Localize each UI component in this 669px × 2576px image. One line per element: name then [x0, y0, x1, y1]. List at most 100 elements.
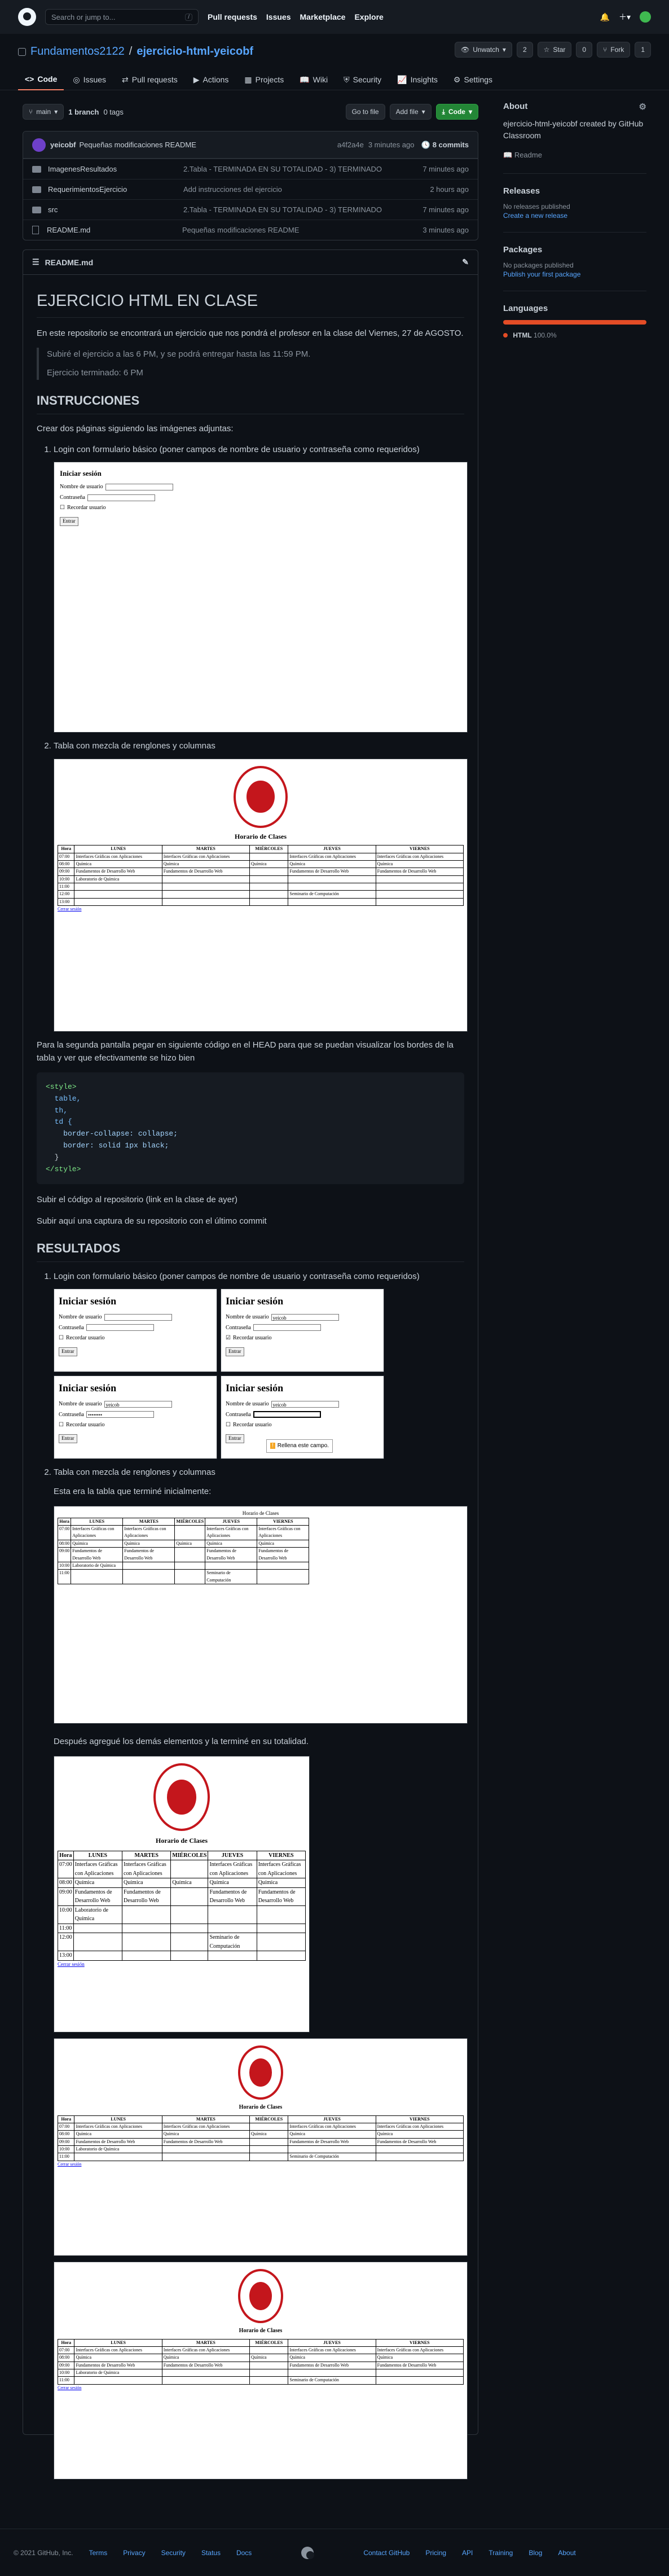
branch-icon: ⑂ — [29, 108, 33, 116]
branches-link[interactable]: 1 branch — [68, 108, 99, 116]
file-row[interactable]: README.md Pequeñas modificaciones README… — [23, 220, 478, 240]
unwatch-count[interactable]: 2 — [516, 42, 533, 58]
file-commit-message[interactable]: 2.Tabla - TERMINADA EN SU TOTALIDAD - 3)… — [183, 205, 422, 214]
avatar[interactable] — [640, 11, 651, 23]
footer-security-link[interactable]: Security — [161, 2549, 186, 2557]
tags-link[interactable]: 0 tags — [103, 108, 123, 116]
graph-icon: 📈 — [397, 75, 407, 84]
nav-issues[interactable]: Issues — [266, 12, 291, 21]
commit-message[interactable]: Pequeñas modificaciones README — [80, 141, 196, 149]
pencil-icon[interactable]: ✎ — [462, 257, 469, 267]
no-releases-text: No releases published — [503, 202, 570, 211]
footer-privacy-link[interactable]: Privacy — [123, 2549, 145, 2557]
go-to-file-button[interactable]: Go to file — [345, 104, 385, 120]
create-release-link[interactable]: Create a new release — [503, 212, 567, 220]
nav-marketplace[interactable]: Marketplace — [300, 12, 346, 21]
unwatch-button[interactable]: 👁 Unwatch ▾ — [455, 42, 512, 58]
file-name[interactable]: src — [48, 205, 183, 214]
plus-icon[interactable]: ＋▾ — [619, 11, 631, 23]
fork-count[interactable]: 1 — [635, 42, 651, 58]
commit-hash[interactable]: a4f2a4e — [337, 141, 364, 149]
tab-wiki-label: Wiki — [313, 75, 328, 84]
result-text: Después agregué los demás elementos y la… — [54, 1736, 309, 1746]
file-commit-message[interactable]: 2.Tabla - TERMINADA EN SU TOTALIDAD - 3)… — [183, 165, 422, 173]
play-icon: ▶ — [193, 75, 200, 84]
fork-label: Fork — [610, 46, 624, 54]
code-button[interactable]: ⤓ Code ▾ — [435, 104, 478, 120]
fork-button[interactable]: ⑂ Fork — [597, 42, 631, 58]
star-count-text: 0 — [582, 46, 587, 54]
file-name[interactable]: RequerimientosEjercicio — [48, 185, 183, 194]
folder-icon — [32, 206, 41, 213]
github-footer-logo-icon[interactable] — [301, 2546, 315, 2559]
tab-security[interactable]: ⛨ Security — [337, 69, 388, 90]
footer-blog-link[interactable]: Blog — [529, 2549, 542, 2557]
login-requirement-image: Iniciar sesión Nombre de usuario Contras… — [54, 462, 468, 733]
nav-explore[interactable]: Explore — [354, 12, 383, 21]
tab-projects-label: Projects — [255, 75, 284, 84]
footer-docs-link[interactable]: Docs — [236, 2549, 252, 2557]
intro-text: En este repositorio se encontrará un eje… — [37, 328, 464, 338]
tab-pull-requests[interactable]: ⇄ Pull requests — [115, 69, 184, 90]
footer-contact-link[interactable]: Contact GitHub — [363, 2549, 410, 2557]
file-row[interactable]: RequerimientosEjercicio Add instruccione… — [23, 179, 478, 199]
university-seal — [234, 765, 288, 828]
file-row[interactable]: ImagenesResultados 2.Tabla - TERMINADA E… — [23, 159, 478, 179]
tab-settings[interactable]: ⚙ Settings — [447, 69, 499, 90]
commit-user[interactable]: yeicobf — [50, 141, 76, 149]
file-commit-message[interactable]: Add instrucciones del ejercicio — [183, 185, 430, 194]
language-entry[interactable]: HTML 100.0% — [503, 331, 646, 339]
footer-pricing-link[interactable]: Pricing — [425, 2549, 446, 2557]
readme-link[interactable]: 📖 Readme — [503, 150, 646, 161]
footer-status-link[interactable]: Status — [201, 2549, 221, 2557]
tab-actions[interactable]: ▶ Actions — [187, 69, 236, 90]
bell-icon[interactable]: 🔔 — [600, 12, 610, 22]
packages-heading[interactable]: Packages — [503, 245, 646, 255]
results-list: Login con formulario básico (poner campo… — [37, 1270, 468, 2479]
tab-issues[interactable]: ◎ Issues — [66, 69, 113, 90]
commit-avatar — [32, 138, 46, 152]
eye-icon: 👁 — [461, 46, 470, 54]
footer-about-link[interactable]: About — [558, 2549, 575, 2557]
branch-select[interactable]: ⑂ main ▾ — [23, 104, 64, 120]
repo-icon — [18, 47, 26, 56]
pull-request-icon: ⇄ — [122, 75, 129, 84]
nav-pull-requests[interactable]: Pull requests — [208, 12, 257, 21]
unwatch-label: Unwatch — [473, 46, 499, 54]
footer-training-link[interactable]: Training — [488, 2549, 513, 2557]
search-input[interactable]: Search or jump to... / — [45, 9, 199, 25]
star-count[interactable]: 0 — [576, 42, 593, 58]
github-logo-icon[interactable] — [18, 8, 36, 26]
tab-code[interactable]: <> Code — [18, 69, 64, 90]
upload-text: Subir aquí una captura de su repositorio… — [37, 1216, 267, 1226]
gear-icon[interactable]: ⚙ — [639, 102, 646, 112]
commit-count[interactable]: 8 commits — [433, 141, 469, 149]
publish-package-link[interactable]: Publish your first package — [503, 270, 580, 278]
file-commit-message[interactable]: Pequeñas modificaciones README — [182, 226, 422, 234]
file-name[interactable]: README.md — [47, 226, 182, 234]
tab-projects[interactable]: ▦ Projects — [237, 69, 291, 90]
language-name: HTML — [513, 331, 532, 339]
star-button[interactable]: ☆ Star — [537, 42, 572, 58]
repo-owner-link[interactable]: Fundamentos2122 — [30, 45, 125, 58]
file-row[interactable]: src 2.Tabla - TERMINADA EN SU TOTALIDAD … — [23, 199, 478, 220]
add-file-button[interactable]: Add file ▾ — [389, 104, 432, 120]
repo-name-link[interactable]: ejercicio-html-yeicobf — [137, 45, 253, 58]
footer-terms-link[interactable]: Terms — [89, 2549, 108, 2557]
toolbar: ⑂ main ▾ 1 branch 0 tags Go to file Add f… — [23, 102, 478, 122]
tab-wiki[interactable]: 📖 Wiki — [293, 69, 334, 90]
shield-icon: ⛨ — [344, 75, 350, 84]
repo-title: Fundamentos2122 / ejercicio-html-yeicobf — [18, 45, 253, 58]
file-browser: yeicobf Pequeñas modificaciones README a… — [23, 131, 478, 240]
slash-shortcut: / — [185, 13, 192, 21]
result-text: Esta era la tabla que terminé inicialmen… — [54, 1486, 212, 1496]
file-name[interactable]: ImagenesResultados — [48, 165, 183, 173]
folder-icon — [32, 165, 41, 173]
folder-icon — [32, 186, 41, 193]
language-percent: 100.0% — [534, 331, 557, 339]
tab-insights[interactable]: 📈 Insights — [390, 69, 444, 90]
table-result-final: Horario de Clases Hora LUNES MARTES MIÉRCOL… — [54, 1756, 310, 2032]
releases-heading[interactable]: Releases — [503, 186, 646, 196]
list-icon[interactable]: ☰ — [32, 257, 39, 267]
footer-api-link[interactable]: API — [462, 2549, 473, 2557]
